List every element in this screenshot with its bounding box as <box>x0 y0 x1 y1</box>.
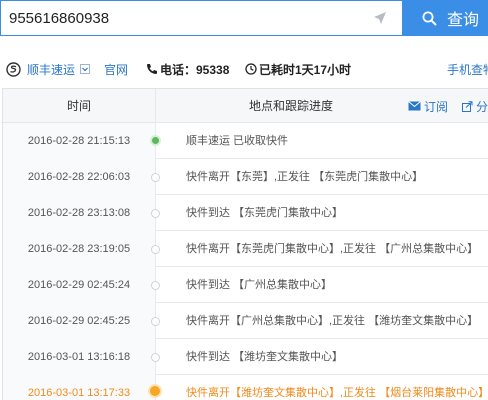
chevron-down-icon[interactable] <box>80 56 90 82</box>
official-site-link[interactable]: 官网 <box>104 56 128 82</box>
timeline-dot <box>151 317 160 326</box>
row-time: 2016-02-28 23:19:05 <box>3 231 156 267</box>
column-header-place: 地点和跟踪进度 <box>248 99 333 113</box>
subscribe-label: 订阅 <box>424 99 449 114</box>
table-row: 2016-02-28 22:06:03 快件离开【东莞】,正发往 【东莞虎门集散… <box>3 159 488 195</box>
timeline-dot <box>151 353 160 362</box>
row-time: 2016-02-28 22:06:03 <box>3 159 156 195</box>
row-time: 2016-03-01 13:16:18 <box>3 339 156 375</box>
row-description: 顺丰速运 已收取快件 <box>186 135 289 147</box>
row-time: 2016-02-29 02:45:24 <box>3 267 156 303</box>
share-label: 分享 <box>476 99 488 114</box>
table-row-latest: 2016-03-01 13:17:33 快件离开【潍坊奎文集散中心】,正发往 【… <box>3 375 488 400</box>
row-description: 快件离开【东莞】,正发往 【东莞虎门集散中心】 <box>186 171 424 183</box>
truck-status-icon <box>148 384 162 398</box>
row-description: 快件到达 【潍坊奎文集散中心】 <box>186 351 344 363</box>
column-header-time: 时间 <box>3 89 156 123</box>
clock-icon <box>245 56 257 82</box>
phone-number: 电话：95338 <box>160 62 230 77</box>
search-button[interactable]: 查询 <box>402 0 488 36</box>
row-time: 2016-02-28 23:13:08 <box>3 195 156 231</box>
mobile-tracking-link[interactable]: 手机查物流 <box>447 56 488 82</box>
phone-icon <box>146 56 158 82</box>
row-time: 2016-03-01 13:17:33 <box>3 375 156 400</box>
company-select[interactable]: 顺丰速运 <box>27 56 75 82</box>
table-row: 2016-02-29 02:45:25 快件离开【广州总集散中心】,正发往 【潍… <box>3 303 488 339</box>
table-row: 2016-02-28 21:15:13 顺丰速运 已收取快件 <box>3 123 488 159</box>
timeline-dot <box>151 245 160 254</box>
timeline-dot <box>151 173 160 182</box>
envelope-icon <box>408 101 421 111</box>
timeline-dot-start <box>150 135 161 146</box>
search-icon <box>422 11 437 25</box>
timeline-dot <box>151 209 160 218</box>
table-row: 2016-03-01 13:16:18 快件到达 【潍坊奎文集散中心】 <box>3 339 488 375</box>
search-button-label: 查询 <box>447 12 480 29</box>
row-description: 快件离开【潍坊奎文集散中心】,正发往 【烟台莱阳集散中心】 <box>186 387 488 399</box>
row-description: 快件到达 【东莞虎门集散中心】 <box>186 207 344 219</box>
tracking-table: 时间 地点和跟踪进度 订阅 分享 2016-02-28 21:15:13 顺丰速… <box>2 88 488 400</box>
search-bar: 查询 <box>0 0 488 36</box>
sf-logo-icon <box>6 56 21 82</box>
table-row: 2016-02-29 02:45:24 快件到达 【广州总集散中心】 <box>3 267 488 303</box>
table-row: 2016-02-28 23:13:08 快件到达 【东莞虎门集散中心】 <box>3 195 488 231</box>
table-header: 时间 地点和跟踪进度 订阅 分享 <box>3 89 488 123</box>
timeline-dot <box>151 281 160 290</box>
locate-arrow-icon[interactable] <box>373 11 387 25</box>
share-button[interactable]: 分享 <box>462 89 488 123</box>
row-description: 快件离开【东莞虎门集散中心】,正发往 【广州总集散中心】 <box>186 243 479 255</box>
row-time: 2016-02-28 21:15:13 <box>3 123 156 159</box>
share-icon <box>462 100 473 112</box>
elapsed-time: 已耗时1天17小时 <box>259 62 352 77</box>
row-description: 快件离开【广州总集散中心】,正发往 【潍坊奎文集散中心】 <box>186 315 479 327</box>
row-time: 2016-02-29 02:45:25 <box>3 303 156 339</box>
courier-info-row: 顺丰速运 官网 电话：95338 已耗时1天17小时 手机查物流 <box>0 56 488 82</box>
row-description: 快件到达 【广州总集散中心】 <box>186 279 333 291</box>
tracking-number-input[interactable] <box>0 0 402 36</box>
subscribe-button[interactable]: 订阅 <box>408 89 448 123</box>
table-row: 2016-02-28 23:19:05 快件离开【东莞虎门集散中心】,正发往 【… <box>3 231 488 267</box>
